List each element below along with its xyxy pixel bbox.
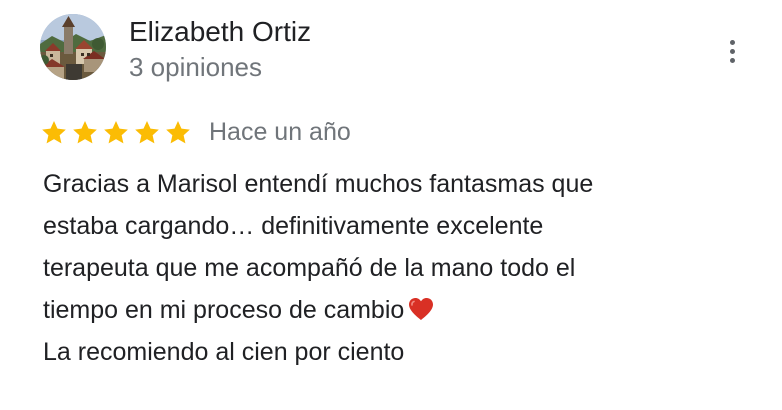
- star-icon: [133, 119, 161, 146]
- author-review-count: 3 opiniones: [129, 52, 262, 82]
- star-icon: [102, 119, 130, 146]
- avatar-photo-town-icon: [40, 14, 106, 80]
- more-vert-icon-dot: [729, 57, 735, 63]
- rating-row: Hace un año: [40, 115, 351, 149]
- author-name[interactable]: Elizabeth Ortiz: [129, 14, 311, 50]
- review-text-fragment: tiempo en mi proceso de cambio: [43, 296, 405, 324]
- more-options-button[interactable]: [716, 34, 748, 68]
- star-icon: [40, 119, 68, 146]
- review-text-line: Gracias a Marisol entendí muchos fantasm…: [43, 170, 594, 198]
- review-text-line: terapeuta que me acompañó de la mano tod…: [43, 254, 576, 282]
- review-text-line: La recomiendo al cien por ciento: [43, 338, 405, 366]
- review-text: Gracias a Marisol entendí muchos fantasm…: [43, 163, 763, 373]
- review-date: Hace un año: [209, 118, 351, 146]
- more-vert-icon-dot: [729, 48, 735, 54]
- review-text-line: estaba cargando… definitivamente excelen…: [43, 212, 544, 240]
- review-card: Elizabeth Ortiz 3 opiniones Hace un año …: [0, 0, 782, 410]
- star-rating: [40, 119, 192, 146]
- avatar[interactable]: [40, 14, 106, 80]
- review-text-line-with-emoji: tiempo en mi proceso de cambio: [43, 289, 763, 331]
- star-icon: [71, 119, 99, 146]
- red-heart-icon: [408, 297, 434, 321]
- more-vert-icon: [729, 39, 735, 45]
- star-icon: [164, 119, 192, 146]
